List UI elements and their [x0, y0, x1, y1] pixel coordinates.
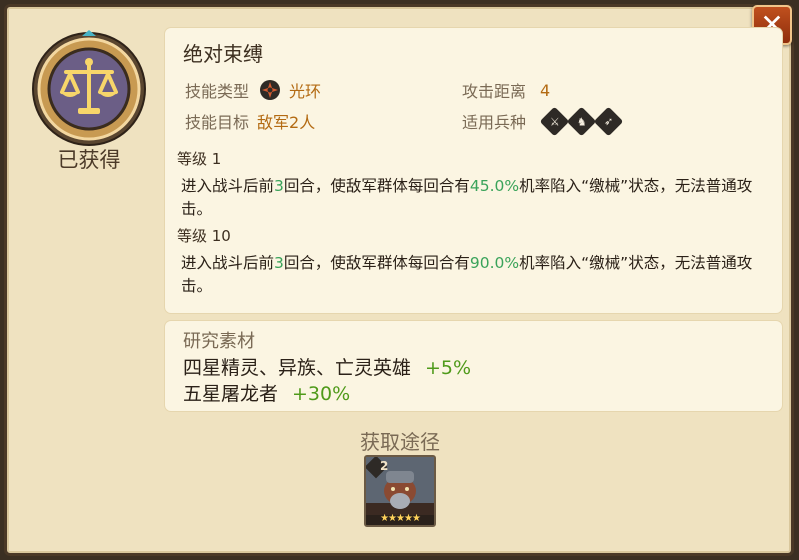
troop-type-row: 适用兵种 ⚔ ♞ ➶: [462, 106, 624, 136]
skill-target-label: 技能目标: [185, 113, 250, 132]
skill-target-value: 敌军2人: [257, 113, 316, 132]
scales-medal-icon: [32, 30, 146, 146]
material-row: 五星屠龙者 +30%: [183, 383, 351, 405]
horse-icon: ♞: [566, 106, 597, 136]
skill-target-row: 技能目标 敌军2人: [185, 109, 315, 133]
skill-type-value: 光环: [289, 82, 322, 101]
attack-range-value: 4: [540, 80, 551, 100]
skill-name: 绝对束缚: [183, 42, 263, 66]
level-10-label: 等级 10: [177, 227, 231, 245]
skill-info-card: 绝对束缚 技能类型 光环 攻击距离 4 技能目标 敌军2人 适用兵种 ⚔ ♞ ➶…: [165, 28, 782, 313]
attack-range-row: 攻击距离 4: [462, 78, 550, 102]
acquired-status-label: 已获得: [57, 148, 121, 172]
skill-type-label: 技能类型: [185, 82, 250, 101]
troop-type-label: 适用兵种: [462, 113, 527, 132]
research-material-title: 研究素材: [183, 331, 255, 352]
level-10-description: 进入战斗后前3回合，使敌军群体每回合有90.0%机率陷入“缴械”状态，无法普通攻…: [181, 254, 753, 295]
attack-range-label: 攻击距离: [462, 82, 527, 101]
material-row: 四星精灵、异族、亡灵英雄 +5%: [183, 357, 472, 379]
acquire-source-title: 获取途径: [360, 430, 440, 454]
level-1-description: 进入战斗后前3回合，使敌军群体每回合有45.0%机率陷入“缴械”状态，无法普通攻…: [181, 177, 753, 218]
hero-level-number: 2: [380, 459, 389, 473]
level-1-label: 等级 1: [177, 150, 222, 168]
research-material-card: 研究素材 四星精灵、异族、亡灵英雄 +5% 五星屠龙者 +30%: [165, 321, 782, 411]
sword-icon: ⚔: [539, 106, 570, 136]
hero-star-rating: ★★★★★: [380, 513, 421, 524]
hero-source-card[interactable]: 2 ★★★★★: [364, 455, 436, 527]
aura-icon: [260, 80, 281, 100]
skill-type-row: 技能类型 光环: [185, 78, 321, 102]
bow-icon: ➶: [593, 106, 624, 136]
